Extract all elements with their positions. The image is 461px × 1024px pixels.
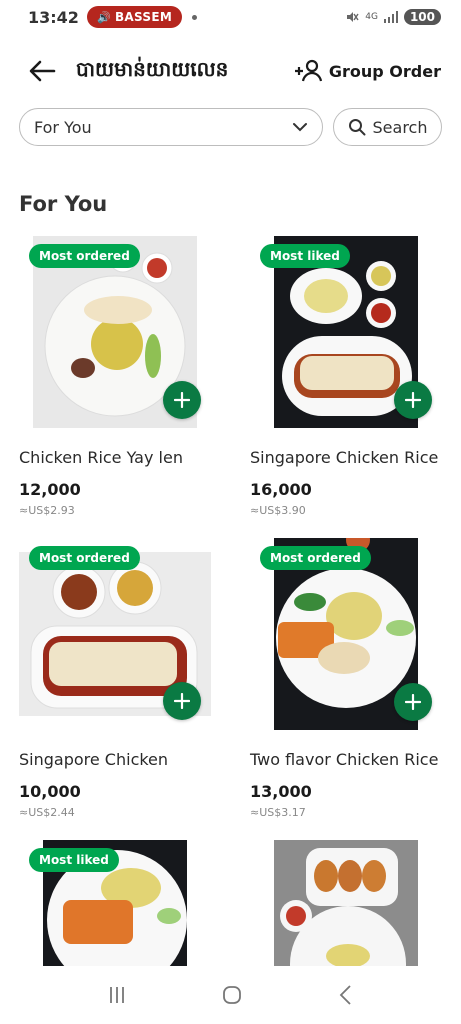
add-to-cart-button[interactable] [394, 683, 432, 721]
speaker-icon: 🔊 [96, 10, 111, 24]
recent-apps-icon[interactable] [107, 985, 127, 1005]
ongoing-call-pill[interactable]: 🔊 BASSEM [86, 6, 183, 28]
back-button[interactable] [28, 56, 58, 86]
status-time: 13:42 [28, 7, 79, 27]
category-dropdown[interactable]: For You [19, 108, 323, 146]
food-photo [274, 840, 418, 966]
plus-icon [174, 693, 190, 709]
item-usd-price: ≈US$2.44 [19, 806, 75, 819]
item-price: 16,000 [250, 480, 312, 499]
item-usd-price: ≈US$3.90 [250, 504, 306, 517]
most-ordered-badge: Most ordered [29, 546, 140, 570]
plus-icon [405, 392, 421, 408]
item-name: Singapore Chicken [19, 750, 169, 769]
system-nav-bar [0, 966, 461, 1024]
item-name: Two flavor Chicken Rice [250, 750, 439, 769]
page-title: បាយមាន់យាយលេន [76, 57, 229, 81]
menu-item-card[interactable]: Most liked Singapore Chicken Rice 16,000… [250, 236, 450, 526]
search-label: Search [372, 117, 428, 137]
home-icon[interactable] [221, 984, 243, 1006]
group-order-label: Group Order [328, 61, 441, 81]
chevron-down-icon [293, 123, 307, 132]
plus-icon [174, 392, 190, 408]
status-bar: 13:42 🔊 BASSEM 4G 100 [0, 0, 461, 34]
item-name: Chicken Rice Yay len [19, 448, 183, 467]
search-icon [348, 119, 366, 136]
plus-icon [405, 694, 421, 710]
network-type: 4G [365, 12, 378, 22]
category-dropdown-value: For You [34, 117, 92, 137]
item-price: 13,000 [250, 782, 312, 801]
notification-dot-icon [192, 14, 198, 20]
most-ordered-badge: Most ordered [29, 244, 140, 268]
group-order-button[interactable]: Group Order [294, 59, 441, 83]
menu-item-card[interactable]: Most ordered Singapore Chicken 10,000 ≈U… [19, 538, 219, 828]
menu-item-card[interactable] [250, 840, 450, 966]
item-price: 12,000 [19, 480, 81, 499]
search-button[interactable]: Search [333, 108, 442, 146]
call-label: BASSEM [114, 10, 173, 24]
battery-indicator: 100 [403, 9, 441, 25]
item-price: 10,000 [19, 782, 81, 801]
arrow-left-icon [29, 60, 56, 82]
menu-item-card[interactable]: Most liked [19, 840, 219, 966]
most-ordered-badge: Most ordered [260, 546, 371, 570]
add-to-cart-button[interactable] [394, 381, 432, 419]
menu-item-card[interactable]: Most ordered Two flavor Chicken Rice 13,… [250, 528, 450, 828]
mute-icon [347, 12, 359, 22]
add-group-icon [294, 59, 322, 82]
item-name: Singapore Chicken Rice [250, 448, 439, 467]
add-to-cart-button[interactable] [163, 381, 201, 419]
item-usd-price: ≈US$3.17 [250, 806, 306, 819]
signal-icon [383, 11, 398, 23]
menu-item-card[interactable]: Most ordered Chicken Rice Yay len 12,000… [19, 236, 219, 526]
item-usd-price: ≈US$2.93 [19, 504, 75, 517]
status-icons: 4G 100 [345, 9, 441, 25]
food-image-fried-chicken-combo[interactable] [274, 840, 418, 966]
back-nav-icon[interactable] [338, 984, 354, 1006]
section-title: For You [19, 192, 108, 216]
filter-row: For You Search [19, 108, 442, 146]
add-to-cart-button[interactable] [163, 682, 201, 720]
most-liked-badge: Most liked [29, 848, 119, 872]
header: បាយមាន់យាយលេន Group Order [0, 46, 461, 96]
most-liked-badge: Most liked [260, 244, 350, 268]
